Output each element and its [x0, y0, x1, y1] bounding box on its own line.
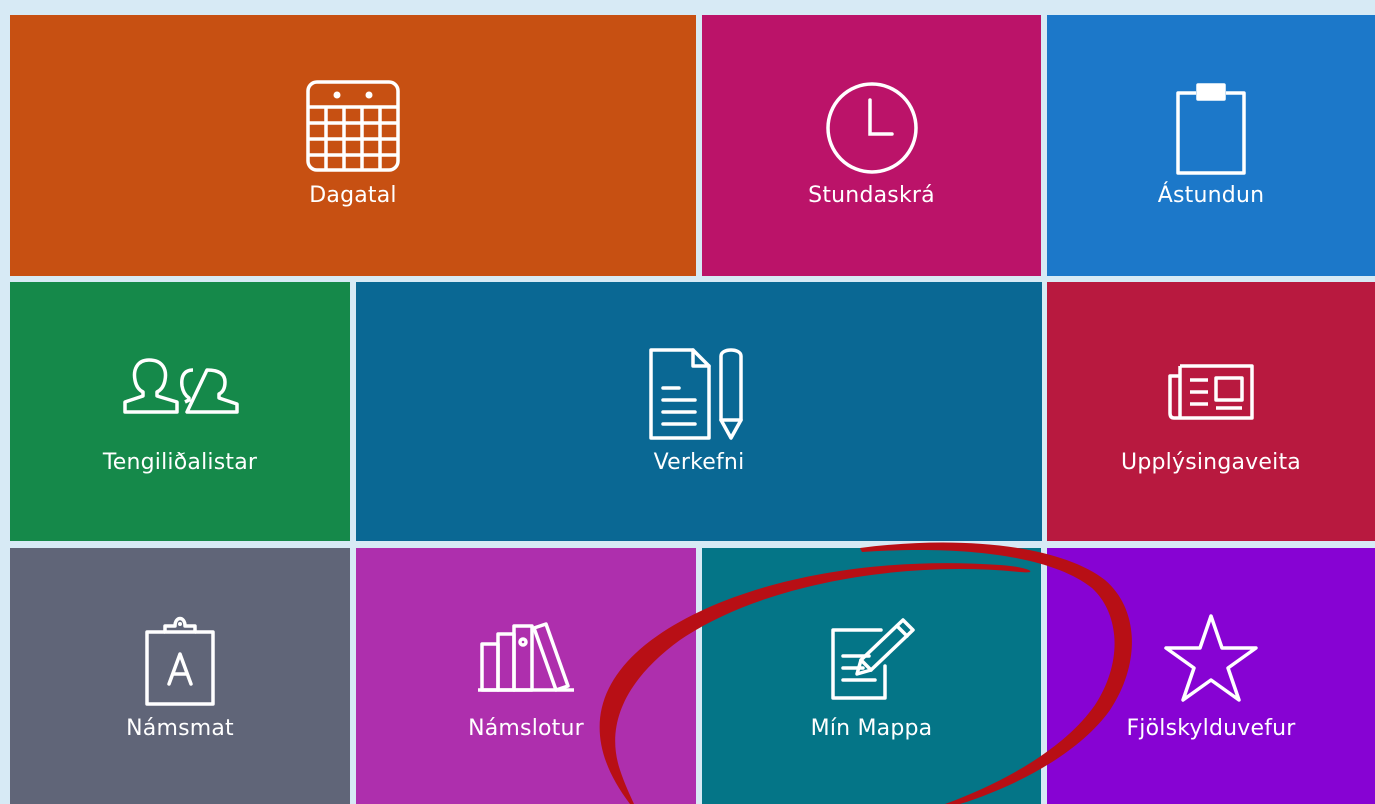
- tile-label-verkefni: Verkefni: [653, 450, 745, 475]
- tile-label-fjolskylduvefur: Fjölskylduvefur: [1126, 716, 1296, 741]
- tile-label-astundun: Ástundun: [1157, 183, 1265, 208]
- tile-namsmat[interactable]: Námsmat: [10, 548, 350, 804]
- tile-astundun[interactable]: Ástundun: [1047, 15, 1375, 276]
- tile-label-namsmat: Námsmat: [126, 716, 234, 741]
- newspaper-icon: [1166, 362, 1256, 422]
- star-icon: [1163, 612, 1259, 704]
- edit-document-icon: [827, 616, 917, 702]
- tile-namslotur[interactable]: Námslotur: [356, 548, 696, 804]
- clock-icon: [824, 80, 920, 176]
- tile-upplysingaveita[interactable]: Upplýsingaveita: [1047, 282, 1375, 541]
- calendar-icon: [305, 79, 401, 173]
- tile-label-stundaskra: Stundaskrá: [808, 183, 935, 208]
- tile-fjolskylduvefur[interactable]: Fjölskylduvefur: [1047, 548, 1375, 804]
- tile-label-namslotur: Námslotur: [468, 716, 584, 741]
- clipboard-grade-icon: [143, 612, 217, 708]
- books-icon: [478, 620, 574, 692]
- tile-label-dagatal: Dagatal: [309, 183, 397, 208]
- document-pencil-icon: [647, 346, 751, 442]
- contacts-icon: [121, 356, 239, 416]
- tile-stundaskra[interactable]: Stundaskrá: [702, 15, 1041, 276]
- tile-min-mappa[interactable]: Mín Mappa: [702, 548, 1041, 804]
- tile-dagatal[interactable]: Dagatal: [10, 15, 696, 276]
- tile-label-upplysingaveita: Upplýsingaveita: [1121, 450, 1301, 475]
- dashboard-grid: Dagatal Stundaskrá Ástundun Tengiliðalis…: [0, 0, 1375, 804]
- tile-label-tengilidalistar: Tengiliðalistar: [102, 450, 258, 475]
- clipboard-icon: [1174, 81, 1248, 177]
- tile-label-min-mappa: Mín Mappa: [810, 716, 933, 741]
- tile-verkefni[interactable]: Verkefni: [356, 282, 1042, 541]
- tile-tengilidalistar[interactable]: Tengiliðalistar: [10, 282, 350, 541]
